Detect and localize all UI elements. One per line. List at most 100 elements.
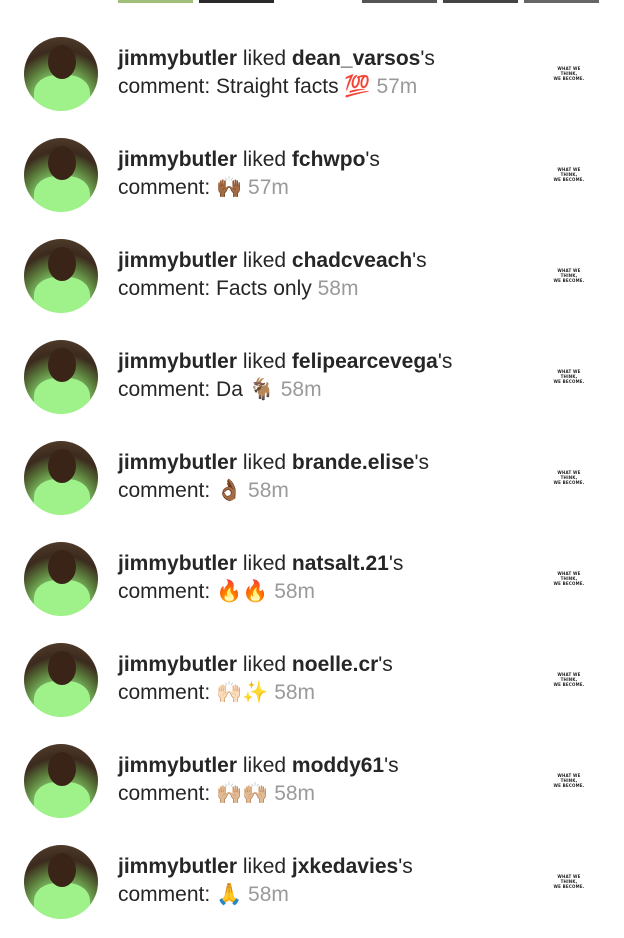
actor-avatar[interactable] (24, 542, 98, 616)
post-thumbnail[interactable]: WHAT WE THINK, WE BECOME. (551, 571, 587, 587)
action-verb: liked (242, 249, 287, 272)
thumbnail-line-1: WHAT WE THINK, (557, 66, 581, 76)
thumbnail-line-2: WE BECOME. (553, 783, 585, 788)
thumbnail-line-1: WHAT WE THINK, (557, 167, 581, 177)
post-thumbnail[interactable]: WHAT WE THINK, WE BECOME. (551, 167, 587, 183)
commenter-username[interactable]: dean_varsos (292, 47, 420, 70)
comment-prefix: comment: (118, 580, 211, 603)
commenter-username[interactable]: brande.elise (292, 451, 415, 474)
possessive-suffix: 's (437, 350, 453, 373)
actor-username[interactable]: jimmybutler (118, 249, 237, 272)
notification-row[interactable]: jimmybutler liked fchwpo's comment: 🙌🏾 5… (0, 101, 624, 212)
notification-text: jimmybutler liked noelle.cr's comment: 🙌… (118, 651, 528, 707)
avatar-figure-head (48, 752, 76, 786)
thumbnail-line-2: WE BECOME. (553, 884, 585, 889)
commenter-username[interactable]: chadcveach (292, 249, 412, 272)
post-thumbnail[interactable]: WHAT WE THINK, WE BECOME. (551, 268, 587, 284)
actor-avatar[interactable] (24, 37, 98, 111)
thumbnail-line-1: WHAT WE THINK, (557, 773, 581, 783)
action-verb: liked (242, 350, 287, 373)
commenter-username[interactable]: noelle.cr (292, 653, 378, 676)
comment-prefix: comment: (118, 75, 211, 98)
post-thumbnail[interactable]: WHAT WE THINK, WE BECOME. (551, 672, 587, 688)
actor-avatar[interactable] (24, 744, 98, 818)
post-thumbnail[interactable]: WHAT WE THINK, WE BECOME. (551, 369, 587, 385)
actor-username[interactable]: jimmybutler (118, 148, 237, 171)
commenter-username[interactable]: felipearcevega (292, 350, 438, 373)
actor-username[interactable]: jimmybutler (118, 451, 237, 474)
comment-prefix: comment: (118, 681, 211, 704)
thumbnail-line-2: WE BECOME. (553, 581, 585, 586)
commenter-username[interactable]: jxkedavies (292, 855, 398, 878)
thumbnail-line-2: WE BECOME. (553, 682, 585, 687)
thumbnail-line-2: WE BECOME. (553, 379, 585, 384)
timestamp: 58m (248, 479, 289, 502)
notification-text: jimmybutler liked fchwpo's comment: 🙌🏾 5… (118, 146, 528, 202)
notification-text: jimmybutler liked felipearcevega's comme… (118, 348, 528, 404)
possessive-suffix: 's (398, 855, 413, 878)
notification-row[interactable]: jimmybutler liked chadcveach's comment: … (0, 202, 624, 313)
timestamp: 58m (280, 378, 322, 401)
actor-avatar[interactable] (24, 441, 98, 515)
actor-username[interactable]: jimmybutler (118, 653, 237, 676)
thumbnail-line-2: WE BECOME. (553, 177, 585, 182)
action-verb: liked (242, 855, 287, 878)
actor-avatar[interactable] (24, 138, 98, 212)
actor-username[interactable]: jimmybutler (118, 350, 237, 373)
actor-avatar[interactable] (24, 340, 98, 414)
notification-text: jimmybutler liked natsalt.21's comment: … (118, 550, 528, 606)
possessive-suffix: 's (420, 47, 435, 70)
avatar-figure-head (48, 449, 76, 483)
actor-username[interactable]: jimmybutler (118, 855, 237, 878)
possessive-suffix: 's (388, 552, 404, 575)
comment-prefix: comment: (118, 277, 211, 300)
actor-avatar[interactable] (24, 643, 98, 717)
notification-row[interactable]: jimmybutler liked moddy61's comment: 🙌🏼🙌… (0, 707, 624, 818)
actor-username[interactable]: jimmybutler (118, 552, 237, 575)
notification-text: jimmybutler liked dean_varsos's comment:… (118, 45, 528, 101)
timestamp: 58m (317, 277, 359, 300)
avatar-figure-head (48, 853, 76, 887)
comment-text: 🔥🔥 (216, 580, 269, 603)
notification-row[interactable]: jimmybutler liked brande.elise's comment… (0, 404, 624, 515)
action-verb: liked (242, 148, 287, 171)
comment-prefix: comment: (118, 479, 211, 502)
notification-text: jimmybutler liked chadcveach's comment: … (118, 247, 528, 303)
avatar-figure-body (34, 883, 90, 919)
commenter-username[interactable]: fchwpo (292, 148, 366, 171)
commenter-username[interactable]: moddy61 (292, 754, 384, 777)
notification-row[interactable]: jimmybutler liked natsalt.21's comment: … (0, 505, 624, 616)
timestamp: 57m (248, 176, 289, 199)
actor-username[interactable]: jimmybutler (118, 47, 237, 70)
avatar-figure-head (48, 550, 76, 584)
action-verb: liked (242, 451, 287, 474)
actor-username[interactable]: jimmybutler (118, 754, 237, 777)
comment-prefix: comment: (118, 883, 211, 906)
thumbnail-line-1: WHAT WE THINK, (557, 470, 581, 480)
notification-row[interactable]: jimmybutler liked noelle.cr's comment: 🙌… (0, 606, 624, 717)
action-verb: liked (242, 754, 287, 777)
timestamp: 58m (274, 782, 316, 805)
post-thumbnail[interactable]: WHAT WE THINK, WE BECOME. (551, 874, 587, 890)
avatar-figure-head (48, 651, 76, 685)
avatar-figure-head (48, 146, 76, 180)
notification-row[interactable]: jimmybutler liked jxkedavies's comment: … (0, 808, 624, 919)
thumbnail-line-1: WHAT WE THINK, (557, 369, 581, 379)
notification-row[interactable]: jimmybutler liked dean_varsos's comment:… (0, 0, 624, 111)
comment-text: 🙏 (216, 883, 243, 906)
post-thumbnail[interactable]: WHAT WE THINK, WE BECOME. (551, 470, 587, 486)
actor-avatar[interactable] (24, 239, 98, 313)
thumbnail-line-1: WHAT WE THINK, (557, 571, 581, 581)
possessive-suffix: 's (378, 653, 393, 676)
notification-row[interactable]: jimmybutler liked felipearcevega's comme… (0, 303, 624, 414)
post-thumbnail[interactable]: WHAT WE THINK, WE BECOME. (551, 66, 587, 82)
avatar-figure-head (48, 247, 76, 281)
action-verb: liked (242, 552, 287, 575)
commenter-username[interactable]: natsalt.21 (292, 552, 389, 575)
timestamp: 58m (274, 681, 316, 704)
notification-text: jimmybutler liked brande.elise's comment… (118, 449, 528, 505)
possessive-suffix: 's (412, 249, 427, 272)
comment-text: 🙌🏾 (216, 176, 243, 199)
post-thumbnail[interactable]: WHAT WE THINK, WE BECOME. (551, 773, 587, 789)
actor-avatar[interactable] (24, 845, 98, 919)
